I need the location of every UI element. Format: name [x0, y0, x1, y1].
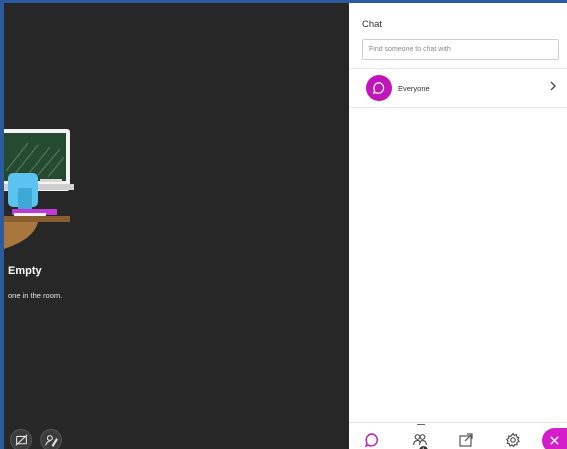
- panel-title: Chat: [362, 19, 383, 30]
- chat-bubble-icon: [364, 433, 378, 448]
- tab-settings[interactable]: [502, 429, 524, 449]
- chat-search-input[interactable]: [362, 39, 559, 60]
- empty-room-subtitle: one in the room.: [8, 291, 63, 300]
- edit-profile-icon: [44, 434, 58, 447]
- divider: [349, 107, 567, 108]
- session-stage: Empty one in the room.: [0, 0, 349, 449]
- tab-handle: [417, 424, 425, 425]
- chat-panel: Chat Everyone 1: [349, 0, 567, 449]
- tab-share-content[interactable]: [455, 429, 477, 449]
- gear-icon: [505, 432, 520, 448]
- everyone-avatar: [366, 75, 392, 101]
- chat-bubble-icon: [372, 82, 385, 95]
- bottom-tab-bar: 1: [349, 422, 567, 449]
- conversation-label: Everyone: [398, 84, 430, 93]
- empty-room-illustration: [4, 129, 74, 249]
- screen-share-off-button[interactable]: [10, 429, 32, 449]
- tab-chat[interactable]: [361, 429, 383, 449]
- close-icon: [550, 436, 559, 445]
- close-panel-button[interactable]: [542, 428, 567, 449]
- screen-share-off-icon: [14, 433, 28, 446]
- chevron-right-icon: [550, 81, 556, 91]
- edit-profile-button[interactable]: [40, 429, 62, 449]
- empty-room-title: Empty: [8, 265, 42, 277]
- share-icon: [459, 433, 473, 447]
